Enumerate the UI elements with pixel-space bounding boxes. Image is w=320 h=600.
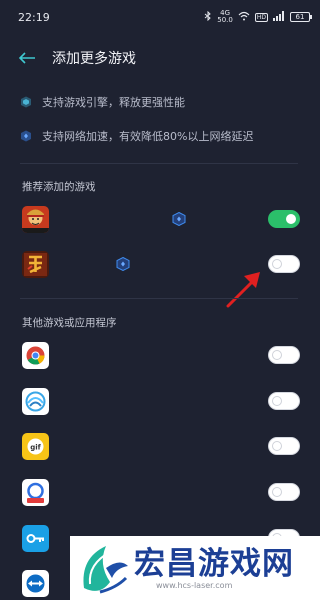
toggle-knob xyxy=(272,396,282,406)
toggle-switch[interactable] xyxy=(268,210,300,228)
cloud-app-icon xyxy=(22,387,49,415)
battery-icon: 61 xyxy=(290,12,312,22)
info-text-network: 支持网络加速，有效降低80%以上网络延迟 xyxy=(42,130,254,143)
divider xyxy=(20,298,298,299)
watermark-banner: 宏昌游戏网 www.hcs-laser.com xyxy=(70,536,320,600)
app-row xyxy=(22,477,300,507)
info-row-network: 支持网络加速，有效降低80%以上网络延迟 xyxy=(20,128,253,144)
toggle-knob xyxy=(272,259,282,269)
watermark-logo-icon xyxy=(83,546,128,594)
section-label-others: 其他游戏或应用程序 xyxy=(22,317,117,329)
svg-text:gif: gif xyxy=(30,443,41,451)
app-row xyxy=(22,204,300,234)
network-accel-icon xyxy=(21,130,31,142)
section-label-recommended: 推荐添加的游戏 xyxy=(22,181,96,193)
status-bar: 22:19 4G 50.0 HD 61 xyxy=(0,0,320,34)
network-speed: 4G 50.0 xyxy=(217,10,233,24)
app-row: gif xyxy=(22,431,300,461)
toggle-switch[interactable] xyxy=(268,437,300,455)
toggle-knob xyxy=(272,487,282,497)
toggle-switch[interactable] xyxy=(268,392,300,410)
toggle-knob xyxy=(272,350,282,360)
info-text-engine: 支持游戏引擎，释放更强性能 xyxy=(42,96,185,109)
accelerate-badge-icon xyxy=(172,212,186,226)
toggle-switch[interactable] xyxy=(268,255,300,273)
annotation-arrow-icon xyxy=(226,272,260,308)
app-row xyxy=(22,340,300,370)
three-kingdoms-game-icon xyxy=(22,250,49,278)
signal-icon xyxy=(273,10,285,24)
app-row xyxy=(22,386,300,416)
status-icons: 4G 50.0 HD 61 xyxy=(204,10,312,24)
back-arrow-icon xyxy=(18,52,35,64)
network-rate: 50.0 xyxy=(217,16,233,24)
engine-icon xyxy=(21,96,31,108)
toggle-knob xyxy=(286,214,296,224)
hd-badge: HD xyxy=(254,12,268,22)
teamviewer-icon xyxy=(22,569,49,597)
watermark-url: www.hcs-laser.com xyxy=(156,581,233,590)
toggle-switch[interactable] xyxy=(268,483,300,501)
one-piece-game-icon xyxy=(22,205,49,233)
toggle-switch[interactable] xyxy=(268,346,300,364)
divider xyxy=(20,163,298,164)
back-button[interactable] xyxy=(14,46,40,70)
info-row-engine: 支持游戏引擎，释放更强性能 xyxy=(20,94,185,110)
header: 添加更多游戏 xyxy=(0,44,320,72)
chrome-icon xyxy=(22,341,49,369)
accelerate-badge-icon xyxy=(116,257,130,271)
status-time: 22:19 xyxy=(18,10,50,24)
cloud-upload-app-icon xyxy=(22,478,49,506)
gif-app-icon: gif xyxy=(22,432,49,460)
toggle-knob xyxy=(272,441,282,451)
bluetooth-icon xyxy=(204,10,212,24)
page-title: 添加更多游戏 xyxy=(52,51,136,67)
watermark-brand: 宏昌游戏网 xyxy=(134,546,294,582)
key-app-icon xyxy=(22,524,49,552)
wifi-icon xyxy=(238,11,250,24)
